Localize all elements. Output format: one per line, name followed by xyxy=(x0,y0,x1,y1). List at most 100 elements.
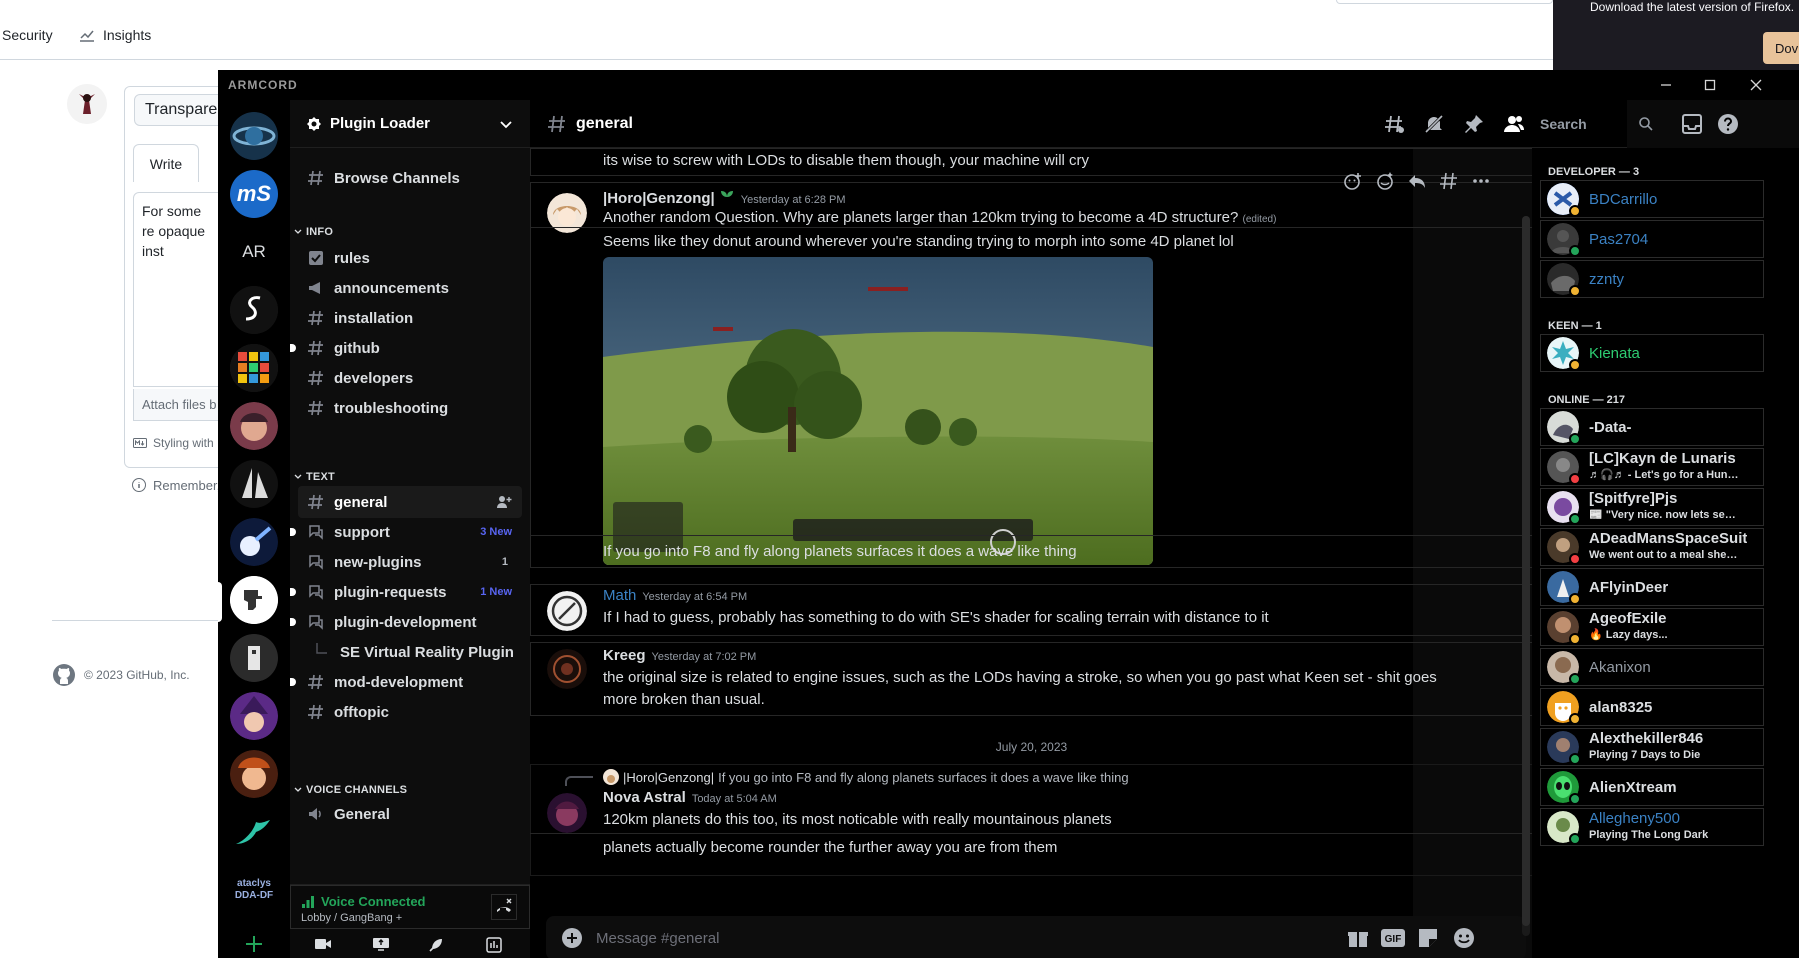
comment-textarea[interactable]: For some re opaque inst xyxy=(133,192,223,387)
invite-icon[interactable] xyxy=(496,494,512,510)
category-info[interactable]: INFO xyxy=(294,226,333,238)
channel-troubleshooting[interactable]: troubleshooting xyxy=(298,392,522,424)
channel-new-plugins[interactable]: new-plugins 1 xyxy=(298,546,522,578)
gift-icon[interactable] xyxy=(1346,926,1370,950)
chat-scrollbar-thumb[interactable] xyxy=(1522,216,1530,926)
server-planet[interactable] xyxy=(230,112,278,160)
message-composer[interactable]: Message #general GIF xyxy=(546,916,1526,958)
voice-channel-general[interactable]: General xyxy=(298,798,522,830)
reply-icon[interactable] xyxy=(1407,171,1427,191)
channel-general[interactable]: general xyxy=(298,486,522,518)
tab-write[interactable]: Write xyxy=(133,144,199,182)
screen-share-icon[interactable] xyxy=(372,937,390,951)
threads-icon[interactable] xyxy=(1382,112,1406,136)
chat-scrollbar[interactable] xyxy=(1522,216,1530,936)
author-name[interactable]: |Horo|Genzong| xyxy=(603,190,715,207)
server-bird[interactable] xyxy=(230,808,278,856)
mute-bell-icon[interactable] xyxy=(1422,112,1446,136)
category-voice[interactable]: VOICE CHANNELS xyxy=(294,784,407,796)
member-item[interactable]: Pas2704 xyxy=(1540,220,1764,258)
attach-plus-icon[interactable] xyxy=(560,926,584,950)
thread-se-vr-plugin[interactable]: SE Virtual Reality Plugin xyxy=(298,636,522,668)
author-name[interactable]: Kreeg xyxy=(603,647,646,664)
disconnect-icon[interactable] xyxy=(491,894,517,920)
channel-support[interactable]: support 3 New xyxy=(290,516,522,548)
server-fox[interactable] xyxy=(230,750,278,798)
reply-preview[interactable]: |Horo|Genzong| If you go into F8 and fly… xyxy=(603,769,1129,785)
help-icon[interactable] xyxy=(1716,112,1740,136)
category-text[interactable]: TEXT xyxy=(294,471,335,483)
voice-location[interactable]: Lobby / GangBang + xyxy=(301,912,402,924)
member-item[interactable]: Kienata xyxy=(1540,334,1764,372)
channel-plugin-development[interactable]: plugin-development xyxy=(290,606,522,638)
nav-insights[interactable]: Insights xyxy=(79,27,151,43)
server-cataclysm[interactable]: ataclys DDA-DF xyxy=(230,866,278,914)
soundboard-icon[interactable] xyxy=(486,937,502,953)
pin-icon[interactable] xyxy=(1462,112,1486,136)
channel-installation[interactable]: installation xyxy=(298,302,522,334)
channel-developers[interactable]: developers xyxy=(298,362,522,394)
member-item[interactable]: Alexthekiller846 Playing 7 Days to Die xyxy=(1540,728,1764,766)
more-icon[interactable] xyxy=(1471,171,1491,191)
browse-channels[interactable]: Browse Channels xyxy=(298,162,522,194)
search-input[interactable]: Search xyxy=(1532,112,1662,136)
member-list-icon[interactable] xyxy=(1502,112,1526,136)
unread-indicator xyxy=(290,528,296,536)
minimize-icon[interactable] xyxy=(1658,77,1674,93)
video-icon[interactable] xyxy=(314,937,332,951)
channel-offtopic[interactable]: offtopic xyxy=(298,696,522,728)
gif-icon[interactable]: GIF xyxy=(1380,928,1406,948)
member-item[interactable]: zznty xyxy=(1540,260,1764,298)
close-icon[interactable] xyxy=(1748,77,1764,93)
avatar[interactable] xyxy=(547,649,587,689)
super-reaction-icon[interactable] xyxy=(1375,171,1395,191)
member-item[interactable]: BDCarrillo xyxy=(1540,180,1764,218)
emoji-icon[interactable] xyxy=(1452,926,1476,950)
title-input[interactable]: Transpare xyxy=(134,94,224,126)
server-ms[interactable]: mS xyxy=(230,170,278,218)
author-name[interactable]: Math xyxy=(603,587,636,604)
attach-files[interactable]: Attach files b xyxy=(133,389,223,421)
member-item[interactable]: [LC]Kayn de Lunaris ♬🎧♬ - Let's go for a… xyxy=(1540,448,1764,486)
sticker-icon[interactable] xyxy=(1416,926,1440,950)
server-face[interactable] xyxy=(230,402,278,450)
nav-security[interactable]: Security xyxy=(2,27,53,43)
voice-status[interactable]: Voice Connected xyxy=(301,894,426,909)
member-item[interactable]: AlienXtream xyxy=(1540,768,1764,806)
server-dino[interactable] xyxy=(230,576,278,624)
avatar[interactable] xyxy=(547,591,587,631)
styling-hint[interactable]: Styling with xyxy=(133,436,214,450)
channel-announcements[interactable]: announcements xyxy=(298,272,522,304)
avatar[interactable] xyxy=(547,793,587,833)
channel-github[interactable]: github xyxy=(290,332,522,364)
channel-rules[interactable]: rules xyxy=(298,242,522,274)
author-name[interactable]: Nova Astral xyxy=(603,789,686,806)
server-robot[interactable] xyxy=(230,634,278,682)
maximize-icon[interactable] xyxy=(1702,77,1718,93)
guild-header[interactable]: Plugin Loader xyxy=(290,100,530,148)
member-item[interactable]: AgeofExile 🔥 Lazy days... xyxy=(1540,608,1764,646)
server-s[interactable] xyxy=(230,286,278,334)
channel-plugin-requests[interactable]: plugin-requests 1 New xyxy=(290,576,522,608)
server-sail[interactable] xyxy=(230,460,278,508)
server-ar[interactable]: AR xyxy=(230,228,278,276)
member-item[interactable]: Allegheny500 Playing The Long Dark xyxy=(1540,808,1764,846)
activity-rocket-icon[interactable] xyxy=(428,937,444,953)
add-reaction-icon[interactable] xyxy=(1343,171,1363,191)
member-item[interactable]: Akanixon xyxy=(1540,648,1764,686)
member-item[interactable]: alan8325 xyxy=(1540,688,1764,726)
add-server-icon[interactable] xyxy=(242,932,266,956)
server-grid[interactable] xyxy=(230,344,278,392)
server-witch[interactable] xyxy=(230,692,278,740)
member-item[interactable]: ADeadMansSpaceSuit We went out to a meal… xyxy=(1540,528,1764,566)
server-comet[interactable] xyxy=(230,518,278,566)
channel-mod-development[interactable]: mod-development xyxy=(290,666,522,698)
member-item[interactable]: AFlyinDeer xyxy=(1540,568,1764,606)
nav-security-label: Security xyxy=(2,27,53,43)
message-image[interactable] xyxy=(603,257,1153,565)
create-thread-icon[interactable] xyxy=(1439,171,1459,191)
member-item[interactable]: [Spitfyre]Pjs 📰 "Very nice. now lets see… xyxy=(1540,488,1764,526)
inbox-icon[interactable] xyxy=(1680,112,1704,136)
firefox-download-button[interactable]: Dov xyxy=(1763,32,1799,64)
member-item[interactable]: -Data- xyxy=(1540,408,1764,446)
